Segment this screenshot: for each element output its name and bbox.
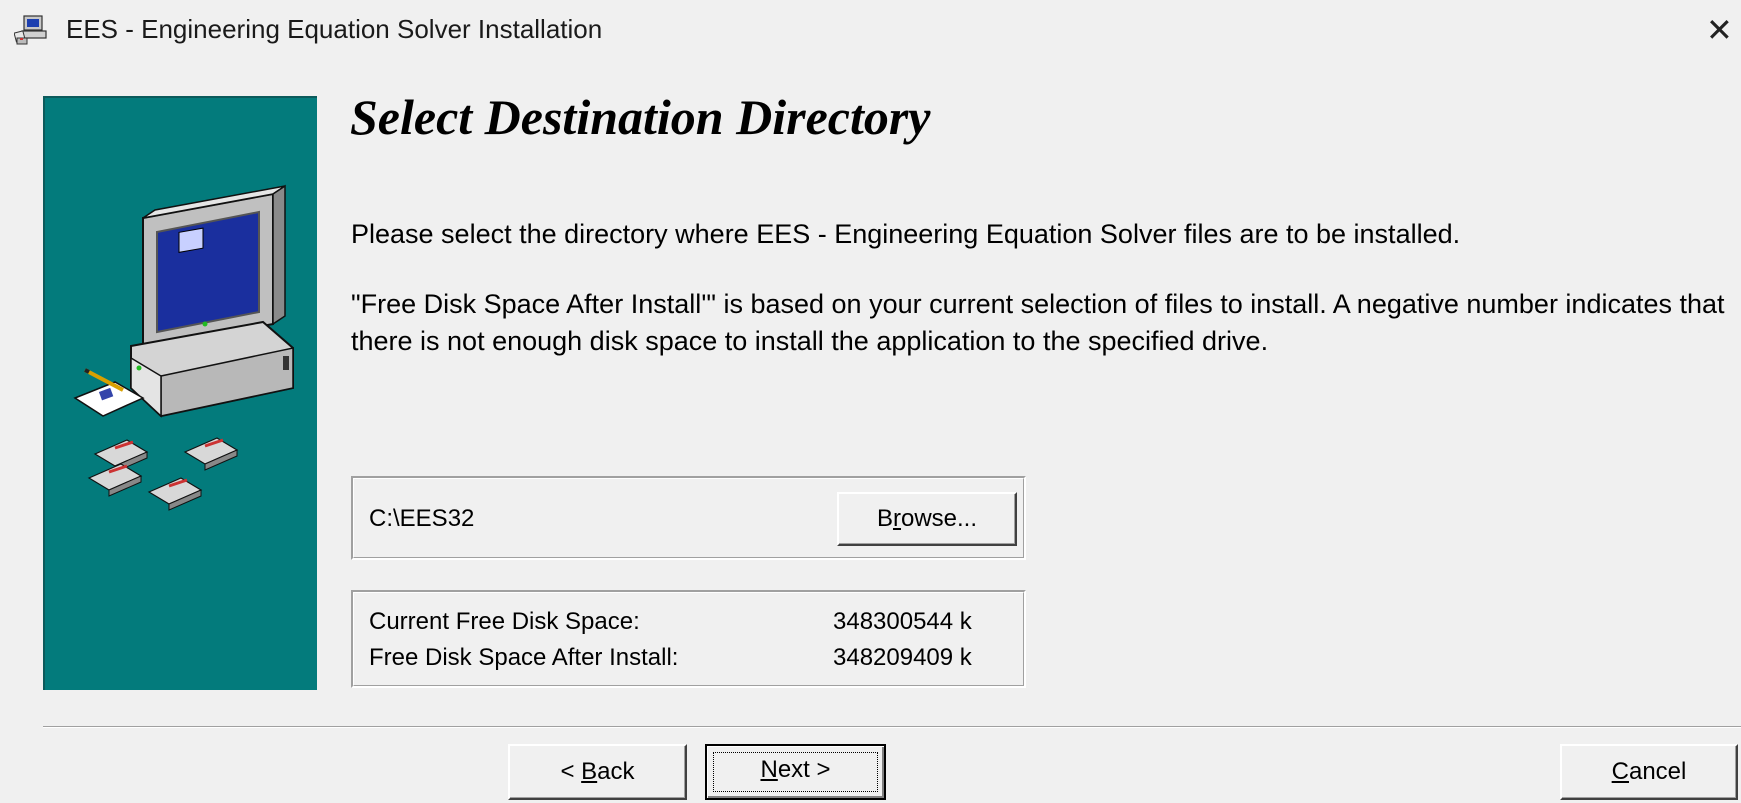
browse-label-pre: B	[876, 505, 893, 532]
back-button[interactable]: < Back	[508, 744, 687, 800]
free-space-after-label: Free Disk Space After Install:	[369, 644, 679, 671]
back-label-post: ack	[597, 758, 635, 785]
back-label-accel: B	[581, 758, 598, 785]
computer-floppy-illustration	[73, 184, 294, 511]
cancel-label-post: ancel	[1628, 758, 1687, 785]
destination-path: C:\EES32	[369, 505, 475, 532]
browse-label-accel: r	[892, 505, 901, 532]
close-icon: ✕	[1706, 12, 1733, 48]
current-free-space-label: Current Free Disk Space:	[369, 608, 640, 635]
current-free-space-value: 348300544 k	[833, 608, 972, 635]
title-bar: EES - Engineering Equation Solver Instal…	[0, 0, 1741, 58]
cancel-button[interactable]: Cancel	[1560, 744, 1738, 800]
browse-label-post: owse...	[900, 505, 978, 532]
side-panel-illustration	[43, 96, 317, 690]
browse-button[interactable]: Browse...	[837, 492, 1017, 546]
next-button[interactable]: Next >	[705, 744, 886, 800]
disk-space-groupbox	[351, 590, 1026, 688]
instruction-text: Please select the directory where EES - …	[351, 219, 1461, 249]
close-button[interactable]: ✕	[1706, 6, 1741, 54]
cancel-label-accel: C	[1611, 758, 1629, 785]
installer-computer-icon	[14, 15, 47, 45]
back-label-pre: <	[560, 758, 582, 785]
window-title: EES - Engineering Equation Solver Instal…	[66, 14, 603, 44]
focus-rectangle	[713, 752, 878, 792]
page-heading: Select Destination Directory	[350, 89, 931, 145]
free-space-after-value: 348209409 k	[833, 644, 972, 671]
disk-space-note: "Free Disk Space After Install'" is base…	[351, 289, 1725, 356]
footer-separator	[43, 726, 1741, 728]
